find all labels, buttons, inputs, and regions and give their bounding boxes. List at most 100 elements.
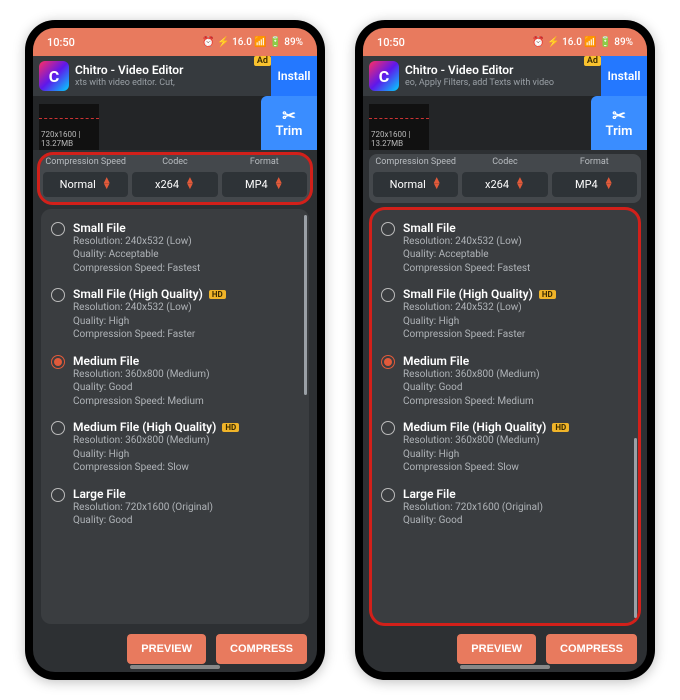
- hd-badge: HD: [222, 423, 239, 432]
- compression-speed-dropdown[interactable]: Normal ▲▼: [373, 172, 458, 197]
- compression-option[interactable]: Small FileResolution: 240x532 (Low)Quali…: [377, 217, 633, 284]
- radio-button[interactable]: [51, 355, 65, 369]
- radio-button[interactable]: [51, 288, 65, 302]
- compression-option[interactable]: Small File (High Quality)HDResolution: 2…: [377, 283, 633, 350]
- video-thumbnail[interactable]: 720x1600 | 13.27MB: [369, 104, 429, 150]
- compression-options-list[interactable]: Small FileResolution: 240x532 (Low)Quali…: [371, 209, 639, 624]
- screen: 10:50 ⏰ ⚡ 16.0 📶 🔋 89% C Chitro - Video …: [33, 28, 317, 672]
- compression-speed-label: Compression Speed: [373, 158, 458, 168]
- compression-option[interactable]: Small File (High Quality)HDResolution: 2…: [47, 283, 303, 350]
- option-detail: Resolution: 360x800 (Medium): [73, 434, 299, 448]
- option-detail: Compression Speed: Fastest: [73, 262, 299, 276]
- trim-button[interactable]: ✂ Trim: [591, 96, 647, 150]
- compression-speed-label: Compression Speed: [43, 158, 128, 168]
- scrollbar-thumb[interactable]: [304, 215, 307, 395]
- format-dropdown[interactable]: MP4 ▲▼: [222, 172, 307, 197]
- compression-option[interactable]: Medium File (High Quality)HDResolution: …: [47, 416, 303, 483]
- status-bar: 10:50 ⏰ ⚡ 16.0 📶 🔋 89%: [363, 28, 647, 56]
- compression-options-list[interactable]: Small FileResolution: 240x532 (Low)Quali…: [41, 209, 309, 624]
- install-button[interactable]: Install: [271, 56, 317, 96]
- stepper-icon: ▲▼: [604, 178, 614, 190]
- radio-button[interactable]: [381, 288, 395, 302]
- ad-title: Chitro - Video Editor: [75, 63, 271, 77]
- ad-subtitle: eo, Apply Filters, add Texts with video: [405, 78, 601, 89]
- radio-button[interactable]: [51, 222, 65, 236]
- option-detail: Resolution: 240x532 (Low): [73, 301, 299, 315]
- option-detail: Resolution: 240x532 (Low): [73, 235, 299, 249]
- option-title: Small File: [73, 221, 299, 235]
- option-title: Medium File (High Quality)HD: [73, 420, 299, 434]
- install-button[interactable]: Install: [601, 56, 647, 96]
- screen: 10:50 ⏰ ⚡ 16.0 📶 🔋 89% C Chitro - Video …: [363, 28, 647, 672]
- radio-button[interactable]: [381, 355, 395, 369]
- scissors-icon: ✂: [282, 108, 295, 124]
- hd-badge: HD: [539, 290, 556, 299]
- radio-button[interactable]: [381, 421, 395, 435]
- ad-banner[interactable]: C Chitro - Video Editor eo, Apply Filter…: [363, 56, 647, 96]
- compress-button[interactable]: COMPRESS: [216, 634, 307, 664]
- ad-subtitle: xts with video editor. Cut,: [75, 78, 271, 89]
- compression-option[interactable]: Medium FileResolution: 360x800 (Medium)Q…: [47, 350, 303, 417]
- codec-dropdown[interactable]: x264 ▲▼: [132, 172, 217, 197]
- option-detail: Resolution: 360x800 (Medium): [73, 368, 299, 382]
- option-detail: Quality: High: [403, 448, 629, 462]
- stepper-icon: ▲▼: [185, 178, 195, 190]
- settings-bar: Compression Speed Normal ▲▼ Codec x264 ▲…: [369, 154, 641, 203]
- radio-button[interactable]: [51, 421, 65, 435]
- compression-speed-dropdown[interactable]: Normal ▲▼: [43, 172, 128, 197]
- compression-option[interactable]: Medium File (High Quality)HDResolution: …: [377, 416, 633, 483]
- option-title: Medium File: [403, 354, 629, 368]
- radio-button[interactable]: [381, 222, 395, 236]
- option-detail: Quality: Good: [73, 514, 299, 528]
- option-title: Medium File (High Quality)HD: [403, 420, 629, 434]
- option-detail: Resolution: 720x1600 (Original): [73, 501, 299, 515]
- stepper-icon: ▲▼: [274, 178, 284, 190]
- stepper-icon: ▲▼: [432, 178, 442, 190]
- thumbnail-meta: 720x1600 | 13.27MB: [39, 128, 99, 150]
- option-title: Medium File: [73, 354, 299, 368]
- thumbnail-meta: 720x1600 | 13.27MB: [369, 128, 429, 150]
- ad-banner[interactable]: C Chitro - Video Editor xts with video e…: [33, 56, 317, 96]
- option-title: Small File (High Quality)HD: [73, 287, 299, 301]
- radio-button[interactable]: [381, 488, 395, 502]
- hd-badge: HD: [209, 290, 226, 299]
- trim-button[interactable]: ✂ Trim: [261, 96, 317, 150]
- codec-label: Codec: [462, 158, 547, 168]
- option-detail: Compression Speed: Faster: [73, 328, 299, 342]
- settings-bar: Compression Speed Normal ▲▼ Codec x264 ▲…: [39, 154, 311, 203]
- codec-dropdown[interactable]: x264 ▲▼: [462, 172, 547, 197]
- hd-badge: HD: [552, 423, 569, 432]
- stepper-icon: ▲▼: [515, 178, 525, 190]
- option-detail: Compression Speed: Fastest: [403, 262, 629, 276]
- compression-option[interactable]: Large FileResolution: 720x1600 (Original…: [47, 483, 303, 536]
- compression-option[interactable]: Large FileResolution: 720x1600 (Original…: [377, 483, 633, 536]
- option-title: Small File: [403, 221, 629, 235]
- option-title: Small File (High Quality)HD: [403, 287, 629, 301]
- compress-button[interactable]: COMPRESS: [546, 634, 637, 664]
- option-title: Large File: [403, 487, 629, 501]
- codec-label: Codec: [132, 158, 217, 168]
- option-title: Large File: [73, 487, 299, 501]
- compression-option[interactable]: Medium FileResolution: 360x800 (Medium)Q…: [377, 350, 633, 417]
- preview-button[interactable]: PREVIEW: [457, 634, 536, 664]
- option-detail: Resolution: 720x1600 (Original): [403, 501, 629, 515]
- option-detail: Quality: High: [73, 448, 299, 462]
- video-thumbnail[interactable]: 720x1600 | 13.27MB: [39, 104, 99, 150]
- option-detail: Compression Speed: Faster: [403, 328, 629, 342]
- scrollbar-thumb[interactable]: [634, 438, 637, 618]
- home-indicator[interactable]: [460, 665, 550, 669]
- preview-button[interactable]: PREVIEW: [127, 634, 206, 664]
- preview-row: 720x1600 | 13.27MB ✂ Trim: [363, 96, 647, 150]
- option-detail: Quality: High: [403, 315, 629, 329]
- option-detail: Compression Speed: Medium: [73, 395, 299, 409]
- home-indicator[interactable]: [130, 665, 220, 669]
- radio-button[interactable]: [51, 488, 65, 502]
- option-detail: Quality: Good: [403, 514, 629, 528]
- format-dropdown[interactable]: MP4 ▲▼: [552, 172, 637, 197]
- status-icons: ⏰ ⚡ 16.0 📶 🔋 89%: [532, 37, 633, 48]
- ad-title: Chitro - Video Editor: [405, 63, 601, 77]
- status-icons: ⏰ ⚡ 16.0 📶 🔋 89%: [202, 37, 303, 48]
- option-detail: Compression Speed: Slow: [403, 461, 629, 475]
- option-detail: Resolution: 360x800 (Medium): [403, 434, 629, 448]
- compression-option[interactable]: Small FileResolution: 240x532 (Low)Quali…: [47, 217, 303, 284]
